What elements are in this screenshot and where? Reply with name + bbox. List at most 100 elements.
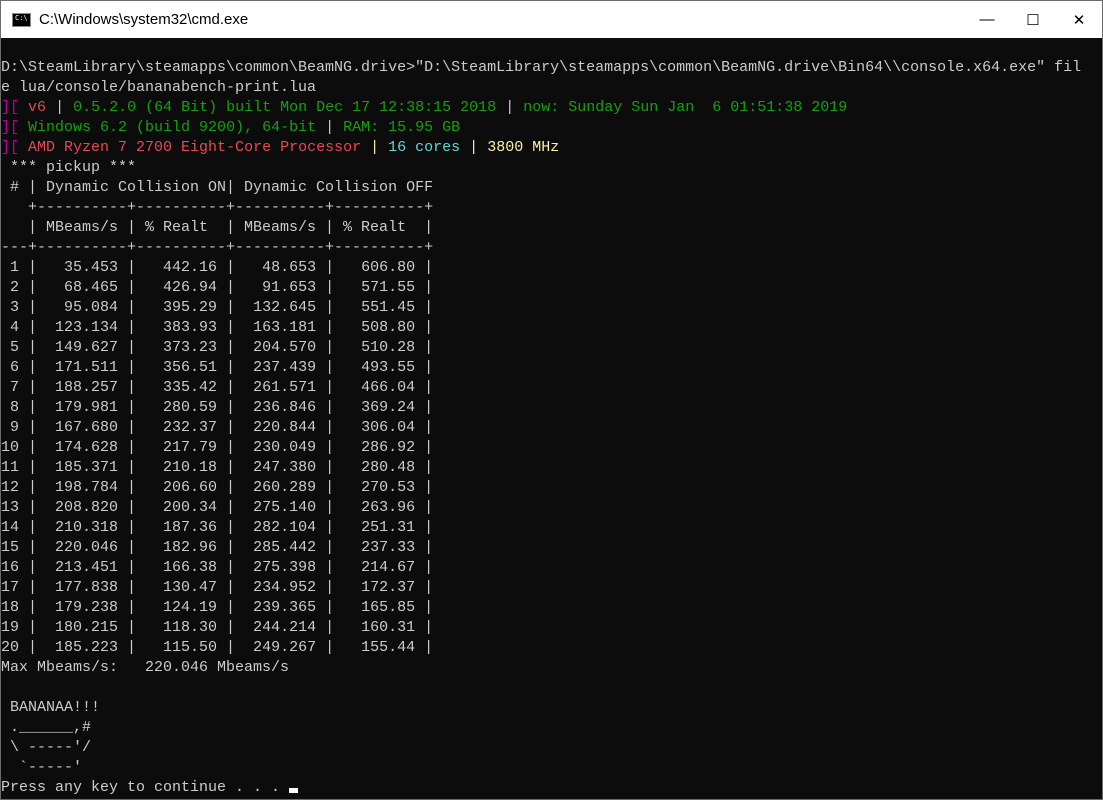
off-mbeams: 236.846 | — [235, 399, 335, 416]
table-row: 16 | 213.451 | 166.38 | 275.398 | 214.67… — [1, 558, 1102, 578]
off-mbeams: 244.214 | — [235, 619, 335, 636]
os-version: Windows 6.2 (build 9200), 64-bit — [28, 119, 317, 136]
row-number: 16 | — [1, 559, 38, 576]
row-number: 20 | — [1, 639, 38, 656]
row-number: 8 | — [1, 399, 38, 416]
off-mbeams: 204.570 | — [235, 339, 335, 356]
table-row: 14 | 210.318 | 187.36 | 282.104 | 251.31… — [1, 518, 1102, 538]
close-button[interactable]: ✕ — [1056, 1, 1102, 38]
maximize-button[interactable]: ☐ — [1010, 1, 1056, 38]
os-info: ][ Windows 6.2 (build 9200), 64-bit | RA… — [1, 118, 1102, 138]
cpu-name: AMD Ryzen 7 2700 Eight-Core Processor — [28, 139, 362, 156]
off-realtime: 263.96 | — [334, 499, 434, 516]
separator: | — [325, 119, 335, 136]
off-mbeams: 249.267 | — [235, 639, 335, 656]
on-mbeams: 167.680 | — [37, 419, 137, 436]
separator: | — [370, 139, 380, 156]
row-number: 9 | — [1, 419, 38, 436]
off-mbeams: 237.439 | — [235, 359, 335, 376]
on-realtime: 232.37 | — [136, 419, 236, 436]
row-number: 3 | — [1, 299, 38, 316]
off-mbeams: 91.653 | — [235, 279, 335, 296]
row-number: 12 | — [1, 479, 38, 496]
on-realtime: 335.42 | — [136, 379, 236, 396]
row-number: 11 | — [1, 459, 38, 476]
bracket: ][ — [1, 119, 20, 136]
table-row: 9 | 167.680 | 232.37 | 220.844 | 306.04 … — [1, 418, 1102, 438]
continue-prompt: Press any key to continue . . . — [1, 779, 290, 796]
off-mbeams: 163.181 | — [235, 319, 335, 336]
off-realtime: 280.48 | — [334, 459, 434, 476]
on-mbeams: 220.046 | — [37, 539, 137, 556]
on-mbeams: 208.820 | — [37, 499, 137, 516]
on-realtime: 182.96 | — [136, 539, 236, 556]
on-realtime: 115.50 | — [136, 639, 236, 656]
off-realtime: 508.80 | — [334, 319, 434, 336]
off-realtime: 571.55 | — [334, 279, 434, 296]
title-bar[interactable]: C:\Windows\system32\cmd.exe — ☐ ✕ — [1, 1, 1102, 38]
window-title: C:\Windows\system32\cmd.exe — [39, 11, 249, 28]
on-realtime: 280.59 | — [136, 399, 236, 416]
table-body: 1 | 35.453 | 442.16 | 48.653 | 606.80 | … — [1, 258, 1102, 658]
off-mbeams: 275.140 | — [235, 499, 335, 516]
banana-art-line: `-----' — [1, 759, 83, 776]
on-realtime: 206.60 | — [136, 479, 236, 496]
row-number: 7 | — [1, 379, 38, 396]
row-number: 2 | — [1, 279, 38, 296]
command-line: D:\SteamLibrary\steamapps\common\BeamNG.… — [1, 59, 1082, 76]
on-realtime: 130.47 | — [136, 579, 236, 596]
table-row: 4 | 123.134 | 383.93 | 163.181 | 508.80 … — [1, 318, 1102, 338]
off-mbeams: 234.952 | — [235, 579, 335, 596]
on-mbeams: 177.838 | — [37, 579, 137, 596]
row-number: 5 | — [1, 339, 38, 356]
row-number: 6 | — [1, 359, 38, 376]
row-number: 17 | — [1, 579, 38, 596]
off-realtime: 214.67 | — [334, 559, 434, 576]
on-mbeams: 185.371 | — [37, 459, 137, 476]
minimize-button[interactable]: — — [964, 1, 1010, 38]
table-row: 19 | 180.215 | 118.30 | 244.214 | 160.31… — [1, 618, 1102, 638]
table-row: 20 | 185.223 | 115.50 | 249.267 | 155.44… — [1, 638, 1102, 658]
on-realtime: 426.94 | — [136, 279, 236, 296]
on-mbeams: 179.981 | — [37, 399, 137, 416]
table-row: 17 | 177.838 | 130.47 | 234.952 | 172.37… — [1, 578, 1102, 598]
off-realtime: 606.80 | — [334, 259, 434, 276]
off-realtime: 237.33 | — [334, 539, 434, 556]
row-number: 15 | — [1, 539, 38, 556]
on-realtime: 442.16 | — [136, 259, 236, 276]
off-realtime: 251.31 | — [334, 519, 434, 536]
separator: | — [505, 99, 515, 116]
cmd-icon — [12, 12, 31, 27]
table-row: 3 | 95.084 | 395.29 | 132.645 | 551.45 | — [1, 298, 1102, 318]
off-mbeams: 220.844 | — [235, 419, 335, 436]
console-output[interactable]: D:\SteamLibrary\steamapps\common\BeamNG.… — [1, 38, 1102, 798]
off-realtime: 286.92 | — [334, 439, 434, 456]
on-realtime: 217.79 | — [136, 439, 236, 456]
off-realtime: 493.55 | — [334, 359, 434, 376]
off-mbeams: 132.645 | — [235, 299, 335, 316]
off-realtime: 369.24 | — [334, 399, 434, 416]
table-separator: ---+----------+----------+----------+---… — [1, 239, 434, 256]
table-row: 7 | 188.257 | 335.42 | 261.571 | 466.04 … — [1, 378, 1102, 398]
table-row: 12 | 198.784 | 206.60 | 260.289 | 270.53… — [1, 478, 1102, 498]
on-mbeams: 95.084 | — [37, 299, 137, 316]
on-mbeams: 198.784 | — [37, 479, 137, 496]
table-header: # | Dynamic Collision ON| Dynamic Collis… — [1, 179, 434, 196]
table-row: 10 | 174.628 | 217.79 | 230.049 | 286.92… — [1, 438, 1102, 458]
row-number: 4 | — [1, 319, 38, 336]
off-realtime: 306.04 | — [334, 419, 434, 436]
table-row: 15 | 220.046 | 182.96 | 285.442 | 237.33… — [1, 538, 1102, 558]
vehicle-heading: *** pickup *** — [1, 159, 137, 176]
on-realtime: 356.51 | — [136, 359, 236, 376]
table-row: 1 | 35.453 | 442.16 | 48.653 | 606.80 | — [1, 258, 1102, 278]
off-mbeams: 239.365 | — [235, 599, 335, 616]
row-number: 10 | — [1, 439, 38, 456]
off-realtime: 165.85 | — [334, 599, 434, 616]
on-realtime: 373.23 | — [136, 339, 236, 356]
on-mbeams: 180.215 | — [37, 619, 137, 636]
banana-art-line: .______,# — [1, 719, 92, 736]
on-realtime: 200.34 | — [136, 499, 236, 516]
banana-art-line: \ -----'/ — [1, 739, 92, 756]
table-row: 5 | 149.627 | 373.23 | 204.570 | 510.28 … — [1, 338, 1102, 358]
bracket: ][ — [1, 139, 20, 156]
